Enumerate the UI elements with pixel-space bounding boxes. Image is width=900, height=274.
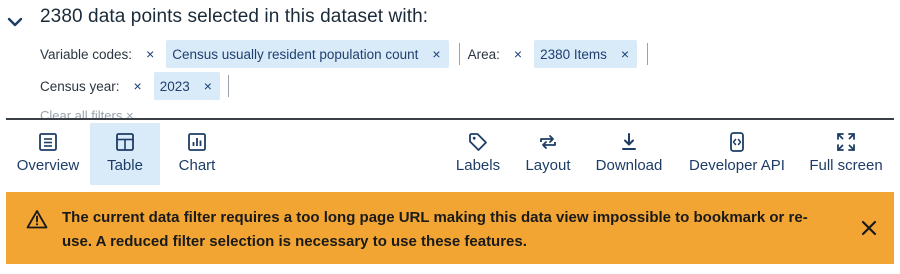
divider: [647, 43, 649, 65]
tab-chart[interactable]: Chart: [166, 123, 228, 185]
download-button[interactable]: Download: [586, 123, 672, 185]
area-label: Area:: [467, 46, 500, 62]
dataset-header: 2380 data points selected in this datase…: [0, 0, 900, 38]
toolbar-divider: [6, 118, 894, 120]
labels-button[interactable]: Labels: [446, 123, 510, 185]
tab-overview[interactable]: Overview: [8, 123, 88, 185]
labels-label: Labels: [455, 157, 501, 174]
clear-all-label: Clear all filters ×: [40, 108, 134, 118]
census-year-chip: 2023 ×: [153, 72, 220, 100]
remove-chip-button[interactable]: ×: [617, 47, 633, 61]
layout-label: Layout: [525, 157, 571, 174]
remove-chip-button[interactable]: ×: [200, 79, 216, 93]
remove-census-year-button[interactable]: ×: [128, 79, 148, 93]
tag-icon: [469, 133, 487, 151]
expand-icon: [837, 133, 855, 151]
census-year-label: Census year:: [40, 78, 120, 94]
layout-button[interactable]: Layout: [516, 123, 580, 185]
remove-area-button[interactable]: ×: [508, 47, 528, 61]
close-icon[interactable]: [860, 219, 878, 237]
remove-variable-codes-button[interactable]: ×: [140, 47, 160, 61]
variable-codes-label: Variable codes:: [40, 46, 133, 62]
api-icon: [730, 132, 744, 152]
full-screen-label: Full screen: [809, 157, 883, 174]
chip-label: Census usually resident population count: [172, 46, 419, 62]
filter-row: Variable codes: × Census usually residen…: [40, 39, 656, 69]
download-label: Download: [595, 157, 663, 174]
developer-api-button[interactable]: Developer API: [678, 123, 796, 185]
chart-icon: [188, 133, 206, 151]
divider: [227, 75, 229, 97]
list-icon: [39, 133, 57, 151]
warning-icon: [26, 210, 48, 229]
tab-table-label: Table: [107, 157, 143, 174]
variable-codes-chip: Census usually resident population count…: [166, 40, 449, 68]
warning-banner: The current data filter requires a too l…: [6, 192, 894, 264]
tab-overview-label: Overview: [16, 157, 80, 174]
warning-message: The current data filter requires a too l…: [62, 209, 808, 250]
swap-arrows-icon: [540, 135, 556, 149]
developer-api-label: Developer API: [689, 157, 785, 174]
clear-all-filters-link[interactable]: Clear all filters ×: [40, 108, 200, 118]
tab-table[interactable]: Table: [90, 123, 160, 185]
divider: [458, 43, 460, 65]
download-icon: [622, 133, 636, 150]
table-icon: [116, 133, 134, 151]
remove-chip-button[interactable]: ×: [428, 47, 444, 61]
full-screen-button[interactable]: Full screen: [800, 123, 892, 185]
filter-row: Census year: × 2023 ×: [40, 71, 237, 101]
tab-chart-label: Chart: [178, 157, 216, 174]
area-chip: 2380 Items ×: [534, 40, 638, 68]
chevron-down-icon[interactable]: [6, 13, 24, 31]
chip-label: 2380 Items: [540, 46, 607, 62]
chip-label: 2023: [159, 78, 190, 94]
page-title: 2380 data points selected in this datase…: [40, 6, 429, 27]
